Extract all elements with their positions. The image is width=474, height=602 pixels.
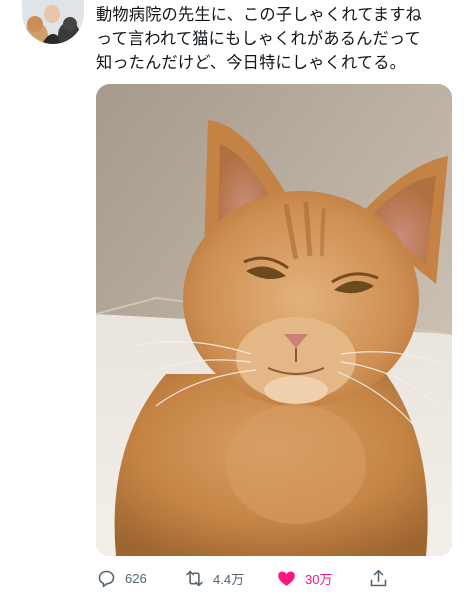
reply-count: 626 — [125, 570, 147, 586]
avatar-image — [22, 0, 84, 44]
tweet-photo[interactable] — [96, 84, 452, 556]
like-button[interactable]: 30万 — [276, 566, 332, 590]
tweet-actions: 626 4.4万 30万 — [96, 566, 396, 590]
share-button[interactable] — [368, 566, 389, 590]
cat-photo — [96, 84, 452, 556]
reply-button[interactable]: 626 — [96, 566, 147, 590]
share-icon — [370, 569, 387, 586]
reply-icon — [98, 570, 115, 587]
avatar[interactable] — [22, 0, 84, 44]
retweet-icon — [186, 570, 203, 586]
retweet-button[interactable]: 4.4万 — [184, 566, 244, 590]
heart-icon — [278, 571, 295, 586]
like-count: 30万 — [305, 571, 333, 587]
tweet-text: 動物病院の先生に、この子しゃくれてますね って言われて猫にもしゃくれがあるんだっ… — [96, 5, 422, 72]
retweet-count: 4.4万 — [213, 571, 245, 587]
